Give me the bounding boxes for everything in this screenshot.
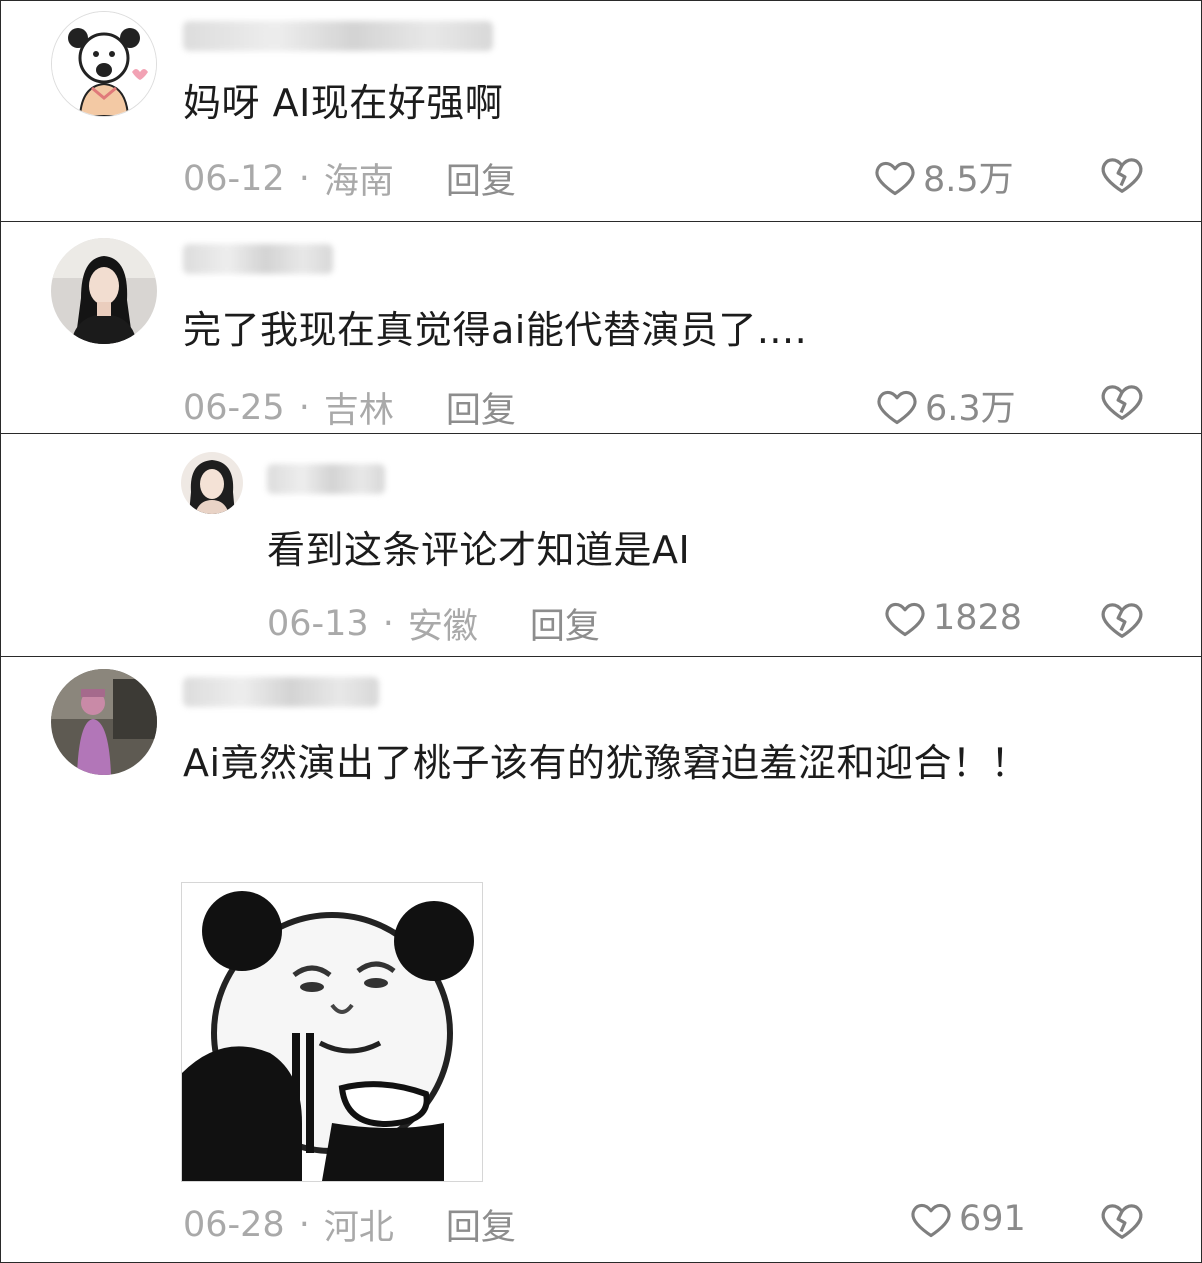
like-button[interactable]: 8.5万	[873, 151, 1014, 202]
comment-location: 海南	[323, 162, 394, 202]
comment-item: 妈呀 AI现在好强啊 06-12 · 海南 回复 8.5万	[1, 1, 1201, 222]
comment-text: 完了我现在真觉得ai能代替演员了....	[183, 308, 808, 352]
comment-meta: 06-25 · 吉林 回复	[183, 382, 516, 433]
broken-heart-icon	[1101, 603, 1143, 638]
comment-text: 看到这条评论才知道是AI	[267, 528, 691, 572]
avatar[interactable]	[51, 669, 157, 775]
comment-text: Ai竟然演出了桃子该有的犹豫窘迫羞涩和迎合！！	[183, 741, 1030, 785]
comment-date: 06-13	[267, 603, 369, 644]
broken-heart-icon	[1101, 1204, 1143, 1239]
heart-outline-icon	[877, 390, 917, 424]
avatar[interactable]	[51, 238, 157, 344]
like-button[interactable]: 1828	[883, 596, 1022, 640]
comment-meta: 06-13 · 安徽 回复	[267, 598, 600, 649]
username-blurred	[183, 244, 333, 274]
reply-comment-item: 看到这条评论才知道是AI 06-13 · 安徽 回复 1828	[1, 434, 1201, 657]
username-blurred	[267, 464, 385, 494]
reply-button[interactable]: 回复	[446, 1199, 516, 1250]
comment-item: Ai竟然演出了桃子该有的犹豫窘迫羞涩和迎合！！ 06-28 · 河北 回复 69…	[1, 657, 1201, 1262]
username-blurred	[183, 677, 379, 707]
comment-location: 安徽	[407, 607, 478, 647]
like-count: 8.5万	[923, 160, 1014, 200]
comment-location: 河北	[323, 1208, 394, 1248]
reply-button[interactable]: 回复	[446, 382, 516, 433]
meta-separator: ·	[298, 387, 310, 428]
like-button[interactable]: 691	[909, 1197, 1026, 1241]
dislike-button[interactable]	[1099, 151, 1145, 197]
comment-date: 06-12	[183, 158, 285, 199]
dislike-button[interactable]	[1099, 1197, 1145, 1243]
like-count: 1828	[933, 598, 1023, 638]
comment-meta: 06-28 · 河北 回复	[183, 1199, 516, 1250]
avatar[interactable]	[181, 452, 243, 514]
comment-date: 06-28	[183, 1204, 285, 1245]
comment-feed: 妈呀 AI现在好强啊 06-12 · 海南 回复 8.5万 完了我现在真觉得ai…	[0, 0, 1202, 1263]
like-count: 6.3万	[925, 389, 1016, 429]
meta-separator: ·	[382, 603, 394, 644]
reply-button[interactable]: 回复	[446, 153, 516, 204]
dislike-button[interactable]	[1099, 596, 1145, 642]
heart-outline-icon	[911, 1203, 951, 1238]
comment-date: 06-25	[183, 387, 285, 428]
broken-heart-icon	[1101, 385, 1143, 420]
reply-button[interactable]: 回复	[530, 598, 600, 649]
username-blurred	[183, 21, 493, 51]
comment-text: 妈呀 AI现在好强啊	[183, 81, 504, 125]
heart-outline-icon	[875, 161, 915, 195]
like-button[interactable]: 6.3万	[875, 380, 1016, 431]
dislike-button[interactable]	[1099, 378, 1145, 424]
avatar[interactable]	[51, 11, 157, 117]
panda-meme-sticker[interactable]	[181, 882, 483, 1182]
meta-separator: ·	[298, 1204, 310, 1245]
like-count: 691	[959, 1199, 1026, 1239]
heart-outline-icon	[885, 602, 925, 637]
comment-meta: 06-12 · 海南 回复	[183, 153, 516, 204]
meta-separator: ·	[298, 158, 310, 199]
broken-heart-icon	[1101, 158, 1143, 193]
panda-meme-image	[182, 883, 482, 1181]
comment-item: 完了我现在真觉得ai能代替演员了.... 06-25 · 吉林 回复 6.3万	[1, 222, 1201, 434]
comment-location: 吉林	[323, 391, 394, 431]
